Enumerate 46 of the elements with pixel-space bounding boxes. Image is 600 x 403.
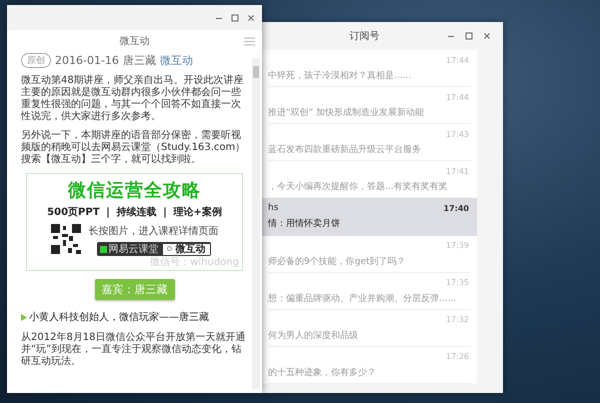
play-icon — [21, 314, 27, 320]
message-time: 17:44 — [446, 92, 470, 102]
message-snippet: 的十五种迹象，你有多少？ — [268, 366, 377, 379]
message-time: 17:35 — [446, 278, 470, 288]
article-author: 唐三藏 — [122, 52, 156, 68]
window-title: 微互动 — [120, 35, 150, 48]
promo-headline: 微信运营全攻略 — [68, 179, 201, 202]
original-tag: 原创 — [21, 52, 51, 68]
message-row[interactable]: 17:39 师必备的9个技能，你get到了吗？ — [262, 236, 477, 273]
logo-icon — [100, 246, 106, 252]
message-time: 17:40 — [444, 204, 470, 213]
message-snippet: 何为男人的深度和品级 — [268, 330, 359, 342]
guest-button[interactable]: 嘉宾：唐三藏 — [94, 279, 174, 300]
window-title: 订阅号 — [348, 30, 380, 43]
account-link[interactable]: 微互动 — [160, 52, 193, 68]
close-icon[interactable] — [247, 14, 255, 22]
scrollbar[interactable] — [252, 58, 260, 389]
message-time: 17:32 — [446, 315, 470, 324]
maximize-icon[interactable] — [465, 32, 473, 40]
bio-paragraph: 从2012年8月18日微信公众平台开放第一天就开通并“玩”到现在，一直专注于观察微信动态变化，钻研互动玩法。 — [21, 332, 247, 368]
search-text: 微互动 — [176, 244, 206, 254]
maximize-icon[interactable] — [231, 14, 239, 22]
message-snippet: 蓝石发布四款重磅新品升级云平台服务 — [268, 144, 422, 156]
message-time: 17:26 — [446, 352, 470, 362]
message-time: 17:39 — [446, 241, 470, 250]
site-name: 网易云课堂 — [108, 242, 158, 256]
message-time: 17:43 — [446, 130, 470, 139]
article-paragraph: 微互动第48期讲座，师父亲自出马。开设此次讲座主要的原因就是微互动群内很多小伙伴都会问一些重复性很强的问题，与其一个个回答不如直接一次性说完，供大家进行多次参考。 — [21, 75, 245, 123]
qr-code-icon — [50, 224, 80, 254]
message-snippet: 中猝死，孩子冷漠相对？真相是...... — [268, 70, 412, 82]
message-title: hs — [268, 203, 280, 214]
article-date: 2016-01-16 — [55, 54, 119, 66]
message-snippet: 想：偏重品牌驱动、产业并购潮、分层反弹...... — [268, 292, 458, 305]
bio-heading: 小黄人科技创始人，微信玩家——唐三藏 — [29, 310, 209, 324]
message-row[interactable]: hs 17:40 情：用情怀卖月饼 — [262, 198, 477, 236]
message-time: 17:44 — [446, 56, 470, 65]
message-snippet: 推进“双创” 加快形成制造业发展新动能 — [268, 106, 426, 120]
article-paragraph: 另外说一下，本期讲座的语音部分保密，需要听视频版的稍晚可以去网易云课堂（Study.163.com）搜索【微互动】三个字，就可以找到啦。 — [21, 130, 246, 166]
message-snippet: 情：用情怀卖月饼 — [268, 218, 341, 230]
promo-hint: 长按图片，进入课程详情页面 — [88, 224, 218, 238]
promo-subline: 500页PPT ｜ 持续连载 ｜ 理论+案例 — [47, 205, 222, 219]
search-icon — [166, 246, 172, 252]
message-snippet: 师必备的9个技能，你get到了吗？ — [268, 256, 407, 268]
message-time: 17:41 — [446, 166, 470, 176]
close-icon[interactable] — [483, 32, 491, 40]
message-snippet: ，今天小编再次提醒你，答题...有奖有奖有奖 — [268, 180, 449, 194]
